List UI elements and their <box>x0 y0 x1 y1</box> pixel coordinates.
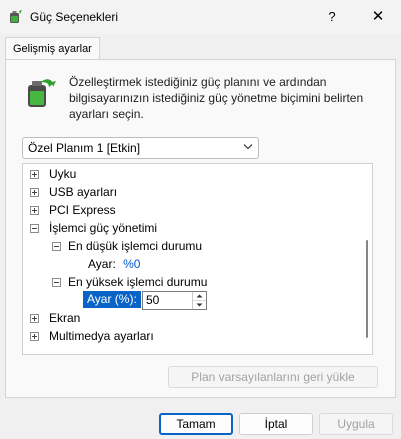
battery-power-icon <box>28 79 56 107</box>
restore-plan-defaults-button[interactable]: Plan varsayılanlarını geri yükle <box>168 366 378 388</box>
tree-item-label: PCI Express <box>49 203 116 217</box>
settings-tree[interactable]: Uyku USB ayarları PCI Express İşlemci gü… <box>22 163 373 355</box>
expand-plus-icon[interactable] <box>30 332 39 341</box>
tree-item-label: En yüksek işlemci durumu <box>68 275 208 289</box>
min-setting-value[interactable]: %0 <box>123 257 140 271</box>
battery-power-icon <box>10 10 22 23</box>
spin-buttons <box>192 292 206 309</box>
tree-item-min-setting[interactable]: Ayar: %0 <box>88 255 140 273</box>
collapse-minus-icon[interactable] <box>52 278 61 287</box>
tab-advanced-settings[interactable]: Gelişmiş ayarlar <box>5 37 100 60</box>
ok-button[interactable]: Tamam <box>159 413 233 435</box>
collapse-minus-icon[interactable] <box>30 224 39 233</box>
tree-item-label: En düşük işlemci durumu <box>68 239 203 253</box>
tree-item-label: Multimedya ayarları <box>49 329 154 343</box>
power-plan-dropdown[interactable]: Özel Planım 1 [Etkin] <box>22 137 259 159</box>
max-setting-spinbox[interactable]: 50 <box>142 291 207 310</box>
spin-down-icon[interactable] <box>193 301 206 309</box>
tree-scrollbar[interactable] <box>364 167 370 351</box>
tree-item-label: İşlemci güç yönetimi <box>49 221 158 235</box>
tree-item-label: Ekran <box>49 311 81 325</box>
intro-text: Özelleştirmek istediğiniz güç planını ve… <box>69 75 364 121</box>
spin-up-icon[interactable] <box>193 292 206 301</box>
scrollbar-thumb[interactable] <box>366 240 368 338</box>
apply-button[interactable]: Uygula <box>319 413 393 435</box>
expand-plus-icon[interactable] <box>30 314 39 323</box>
collapse-minus-icon[interactable] <box>52 242 61 251</box>
max-setting-label[interactable]: Ayar (%): <box>83 291 141 308</box>
cancel-button[interactable]: İptal <box>239 413 313 435</box>
expand-plus-icon[interactable] <box>30 188 39 197</box>
window-title: Güç Seçenekleri <box>30 10 119 24</box>
tree-item-label: USB ayarları <box>49 185 118 199</box>
setting-label: Ayar: <box>88 257 116 271</box>
max-setting-value[interactable]: 50 <box>146 293 159 308</box>
help-button[interactable]: ? <box>318 6 346 28</box>
power-plan-selected: Özel Planım 1 [Etkin] <box>28 141 141 155</box>
title-bar: Güç Seçenekleri ? ✕ <box>0 0 401 34</box>
tree-item-label: Uyku <box>49 167 77 181</box>
chevron-down-icon <box>243 144 253 150</box>
expand-plus-icon[interactable] <box>30 170 39 179</box>
expand-plus-icon[interactable] <box>30 206 39 215</box>
close-button[interactable]: ✕ <box>364 6 392 28</box>
